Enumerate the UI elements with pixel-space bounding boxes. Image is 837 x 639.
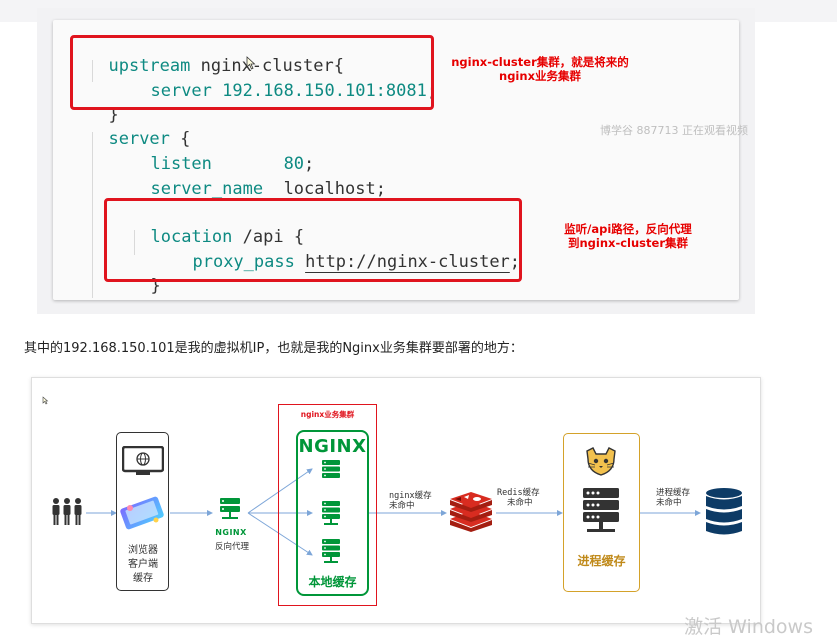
nginx-cluster-title: nginx业务集群 <box>300 410 355 419</box>
process-miss-label: 进程缓存 未命中 <box>656 488 690 508</box>
label-line: 客户端 <box>128 559 158 570</box>
proxy-server-icon <box>220 498 240 519</box>
reverse-proxy-label: 反向代理 <box>214 542 249 552</box>
process-cache-label: 进程缓存 <box>577 554 626 568</box>
tomcat-icon <box>586 447 616 476</box>
label-line: 未命中 <box>507 498 533 508</box>
browser-client-label: 浏览器 客户端 缓存 <box>118 544 168 586</box>
label-line: 缓存 <box>133 573 153 584</box>
users-group-icon <box>52 498 82 525</box>
pointer-icon <box>42 396 49 405</box>
nginx-node-server-icon <box>322 501 340 525</box>
process-server-icon <box>583 488 619 532</box>
nginx-node-server-icon <box>322 539 340 563</box>
label-line: nginx缓存 <box>389 491 432 501</box>
label-line: 进程缓存 <box>656 488 691 498</box>
os-activation-watermark: 激活 Windows <box>684 616 813 638</box>
label-line: 未命中 <box>389 501 415 511</box>
label-line: 未命中 <box>656 498 682 508</box>
database-icon <box>706 488 742 535</box>
nginx-miss-label: nginx缓存 未命中 <box>389 491 432 511</box>
redis-miss-label: Redis缓存 未命中 <box>497 488 540 508</box>
proxy-nginx-logo: NGINX <box>215 528 247 537</box>
label-line: 浏览器 <box>128 545 158 556</box>
nginx-node-server-icon <box>322 460 340 478</box>
nginx-logo: NGINX <box>298 436 367 457</box>
local-cache-label: 本地缓存 <box>308 575 357 589</box>
label-line: Redis缓存 <box>497 488 540 498</box>
redis-icon <box>450 492 492 532</box>
mobile-phone-icon <box>120 496 164 530</box>
monitor-globe-icon <box>122 446 164 475</box>
